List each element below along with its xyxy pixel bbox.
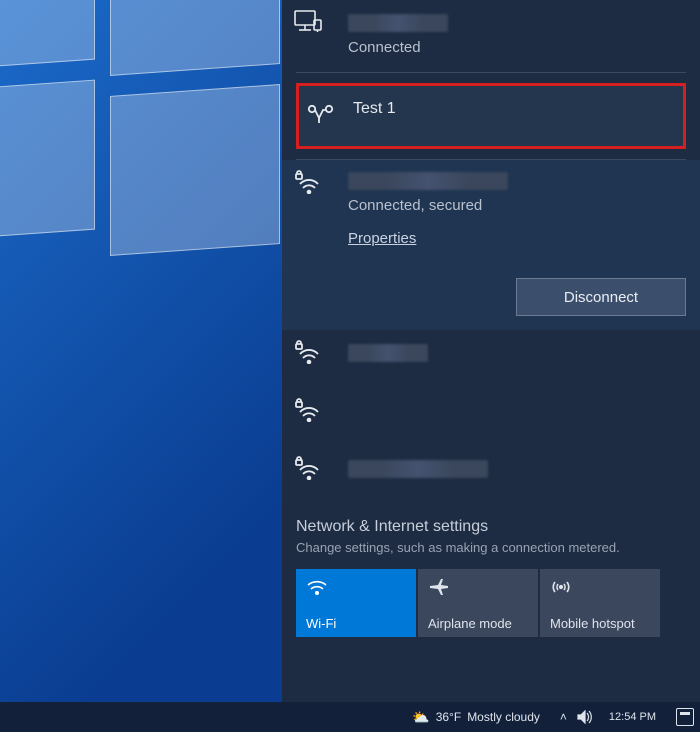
wifi-name (348, 344, 686, 367)
network-settings-title: Network & Internet settings (296, 518, 686, 536)
taskbar-weather[interactable]: ⛅ 36°F Mostly cloudy (412, 709, 540, 726)
weather-temp: 36°F (436, 710, 461, 724)
disconnect-button[interactable]: Disconnect (516, 278, 686, 316)
network-item-wifi[interactable] (282, 446, 700, 504)
taskbar-time: 12:54 PM (609, 711, 656, 723)
properties-link[interactable]: Properties (348, 230, 416, 247)
ethernet-icon (294, 10, 322, 38)
quick-tiles-row: Wi-Fi Airplane mode Mobile hotspot (296, 569, 686, 637)
airplane-icon (428, 577, 528, 599)
vpn-icon (307, 104, 335, 132)
wifi-name (348, 460, 686, 483)
network-item-ethernet[interactable]: Connected (282, 0, 700, 72)
tile-wifi-label: Wi-Fi (306, 617, 410, 631)
network-item-vpn-highlighted[interactable]: Test 1 (296, 83, 686, 149)
vpn-name: Test 1 (353, 100, 677, 118)
system-tray: ˄ 12:54 PM (560, 708, 694, 726)
tile-airplane-mode[interactable]: Airplane mode (418, 569, 538, 637)
weather-text: Mostly cloudy (467, 710, 540, 724)
wifi-icon (306, 577, 406, 599)
tile-hotspot-label: Mobile hotspot (550, 617, 654, 631)
network-internet-settings-link[interactable]: Network & Internet settings Change setti… (282, 504, 700, 561)
wifi-secured-icon (294, 170, 322, 198)
tile-airplane-label: Airplane mode (428, 617, 532, 631)
wifi-secured-icon (294, 340, 322, 368)
tile-mobile-hotspot[interactable]: Mobile hotspot (540, 569, 660, 637)
weather-icon: ⛅ (412, 709, 429, 726)
taskbar-clock[interactable]: 12:54 PM (609, 711, 656, 723)
wifi-secured-icon (294, 398, 322, 426)
desktop-wallpaper (0, 0, 282, 702)
network-flyout: Connected Test 1 Connected, secured (282, 0, 700, 702)
tray-overflow-chevron-icon[interactable]: ˄ (560, 710, 567, 724)
wifi-selected-status: Connected, secured (348, 197, 686, 214)
ethernet-status: Connected (348, 39, 686, 56)
network-item-wifi[interactable] (282, 388, 700, 446)
network-item-wifi-selected[interactable]: Connected, secured Properties Disconnect (282, 160, 700, 330)
ethernet-name (348, 14, 686, 37)
action-center-icon[interactable] (676, 708, 694, 726)
wifi-selected-name (348, 172, 686, 195)
volume-icon[interactable] (577, 710, 593, 724)
taskbar: ⛅ 36°F Mostly cloudy ˄ 12:54 PM (0, 702, 700, 732)
wifi-secured-icon (294, 456, 322, 484)
network-settings-subtitle: Change settings, such as making a connec… (296, 540, 686, 555)
tile-wifi[interactable]: Wi-Fi (296, 569, 416, 637)
hotspot-icon (550, 577, 650, 599)
divider (296, 72, 686, 73)
windows-logo (0, 0, 290, 280)
network-item-wifi[interactable] (282, 330, 700, 388)
